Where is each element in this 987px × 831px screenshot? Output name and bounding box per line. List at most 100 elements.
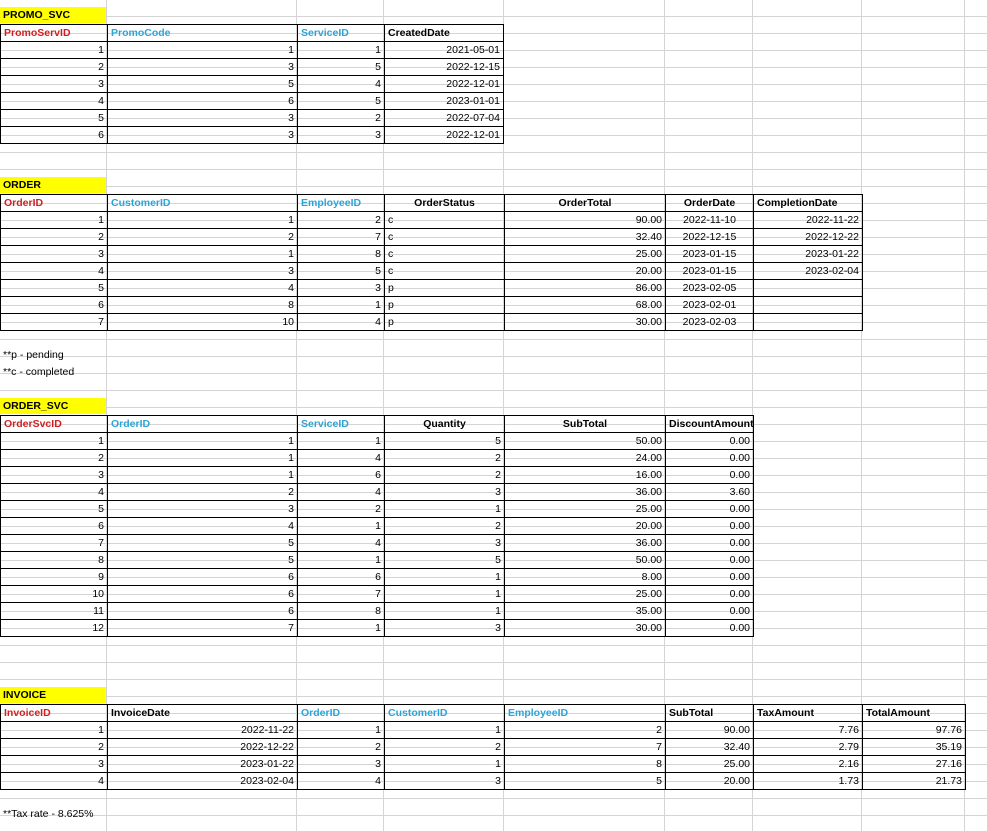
table-cell[interactable]: 2 xyxy=(0,738,108,756)
table-cell[interactable]: 4 xyxy=(297,772,385,790)
table-cell[interactable]: c xyxy=(384,211,505,229)
table-cell[interactable]: 1 xyxy=(0,721,108,739)
table-cell[interactable]: 1 xyxy=(107,245,298,263)
header-cell[interactable]: CreatedDate xyxy=(384,24,504,42)
table-cell[interactable]: c xyxy=(384,228,505,246)
table-cell[interactable]: 8 xyxy=(297,602,385,620)
header-cell[interactable]: SubTotal xyxy=(504,415,666,433)
table-cell[interactable]: 3 xyxy=(107,109,298,127)
table-cell[interactable]: 2 xyxy=(0,228,108,246)
table-cell[interactable]: 50.00 xyxy=(504,432,666,450)
table-cell[interactable]: 7 xyxy=(297,228,385,246)
table-cell[interactable]: 2023-02-05 xyxy=(665,279,754,297)
table-cell[interactable]: 1 xyxy=(384,500,505,518)
table-cell[interactable]: 0.00 xyxy=(665,517,754,535)
table-cell[interactable]: 2022-12-15 xyxy=(665,228,754,246)
table-cell[interactable]: c xyxy=(384,245,505,263)
table-cell[interactable]: 2023-02-01 xyxy=(665,296,754,314)
table-cell[interactable]: 20.00 xyxy=(504,262,666,280)
table-cell[interactable]: 2023-01-22 xyxy=(107,755,298,773)
table-cell[interactable]: 1 xyxy=(297,517,385,535)
header-cell[interactable]: OrderTotal xyxy=(504,194,666,212)
table-cell[interactable]: 2 xyxy=(297,500,385,518)
table-cell[interactable]: 4 xyxy=(107,517,298,535)
table-cell[interactable]: 9 xyxy=(0,568,108,586)
table-cell[interactable]: 8 xyxy=(107,296,298,314)
table-cell[interactable]: 2 xyxy=(297,109,385,127)
table-cell[interactable]: 6 xyxy=(0,517,108,535)
header-cell[interactable]: ServiceID xyxy=(297,24,385,42)
table-cell[interactable]: c xyxy=(384,262,505,280)
table-cell[interactable]: 0.00 xyxy=(665,534,754,552)
table-cell[interactable]: 2 xyxy=(107,483,298,501)
table-cell[interactable]: 2 xyxy=(297,211,385,229)
table-cell[interactable]: 1 xyxy=(107,211,298,229)
table-cell[interactable]: 1 xyxy=(384,585,505,603)
order-note-pending[interactable]: **p - pending xyxy=(3,347,64,363)
table-cell[interactable]: 1 xyxy=(384,755,505,773)
table-cell[interactable]: 36.00 xyxy=(504,483,666,501)
table-cell[interactable]: 2 xyxy=(107,228,298,246)
table-cell[interactable]: 4 xyxy=(297,75,385,93)
table-cell[interactable]: 3 xyxy=(297,755,385,773)
table-cell[interactable]: 4 xyxy=(297,449,385,467)
header-cell[interactable]: InvoiceDate xyxy=(107,704,298,722)
table-cell[interactable]: 4 xyxy=(297,483,385,501)
table-cell[interactable]: 6 xyxy=(0,296,108,314)
table-cell[interactable]: 2022-12-15 xyxy=(384,58,504,76)
table-cell[interactable]: 97.76 xyxy=(862,721,966,739)
table-cell[interactable]: 8 xyxy=(0,551,108,569)
table-cell[interactable]: 5 xyxy=(107,75,298,93)
table-cell[interactable]: 4 xyxy=(297,313,385,331)
order-title[interactable]: ORDER xyxy=(0,177,106,193)
table-cell[interactable]: 5 xyxy=(297,58,385,76)
table-cell[interactable]: 1 xyxy=(107,41,298,59)
table-cell[interactable]: 2 xyxy=(384,466,505,484)
header-cell[interactable]: CustomerID xyxy=(384,704,505,722)
table-cell[interactable]: 1 xyxy=(107,432,298,450)
table-cell[interactable]: 0.00 xyxy=(665,585,754,603)
table-cell[interactable]: 2 xyxy=(0,449,108,467)
table-cell[interactable]: 2 xyxy=(297,738,385,756)
table-cell[interactable]: 1 xyxy=(297,432,385,450)
table-cell[interactable]: 0.00 xyxy=(665,500,754,518)
table-cell[interactable]: 2022-07-04 xyxy=(384,109,504,127)
table-cell[interactable]: 24.00 xyxy=(504,449,666,467)
table-cell[interactable]: 0.00 xyxy=(665,466,754,484)
table-cell[interactable]: 6 xyxy=(297,568,385,586)
table-cell[interactable]: 2023-02-04 xyxy=(753,262,863,280)
header-cell[interactable]: OrderID xyxy=(0,194,108,212)
table-cell[interactable]: 5 xyxy=(107,551,298,569)
table-cell[interactable]: 2022-12-01 xyxy=(384,75,504,93)
table-cell[interactable]: 7 xyxy=(297,585,385,603)
table-cell[interactable]: 1 xyxy=(384,721,505,739)
header-cell[interactable]: Quantity xyxy=(384,415,505,433)
header-cell[interactable]: OrderID xyxy=(297,704,385,722)
table-cell[interactable]: 90.00 xyxy=(665,721,754,739)
table-cell[interactable]: 6 xyxy=(0,126,108,144)
table-cell[interactable]: 35.19 xyxy=(862,738,966,756)
header-cell[interactable]: ServiceID xyxy=(297,415,385,433)
order-note-completed[interactable]: **c - completed xyxy=(3,364,74,380)
promo-svc-title[interactable]: PROMO_SVC xyxy=(0,7,106,23)
table-cell[interactable]: 2023-02-03 xyxy=(665,313,754,331)
table-cell[interactable]: 7.76 xyxy=(753,721,863,739)
table-cell[interactable]: 2023-01-01 xyxy=(384,92,504,110)
table-cell[interactable]: 2.79 xyxy=(753,738,863,756)
header-cell[interactable]: SubTotal xyxy=(665,704,754,722)
table-cell[interactable]: 5 xyxy=(0,109,108,127)
table-cell[interactable]: 7 xyxy=(0,313,108,331)
table-cell[interactable]: 2022-12-01 xyxy=(384,126,504,144)
table-cell[interactable]: 68.00 xyxy=(504,296,666,314)
table-cell[interactable]: 1 xyxy=(297,619,385,637)
table-cell[interactable]: 5 xyxy=(107,534,298,552)
table-cell[interactable] xyxy=(753,313,863,331)
table-cell[interactable]: 4 xyxy=(0,772,108,790)
table-cell[interactable]: 3 xyxy=(107,58,298,76)
table-cell[interactable]: 5 xyxy=(297,92,385,110)
table-cell[interactable]: 2 xyxy=(504,721,666,739)
header-cell[interactable]: TaxAmount xyxy=(753,704,863,722)
table-cell[interactable]: 1 xyxy=(384,602,505,620)
table-cell[interactable]: 27.16 xyxy=(862,755,966,773)
table-cell[interactable]: 1 xyxy=(107,449,298,467)
